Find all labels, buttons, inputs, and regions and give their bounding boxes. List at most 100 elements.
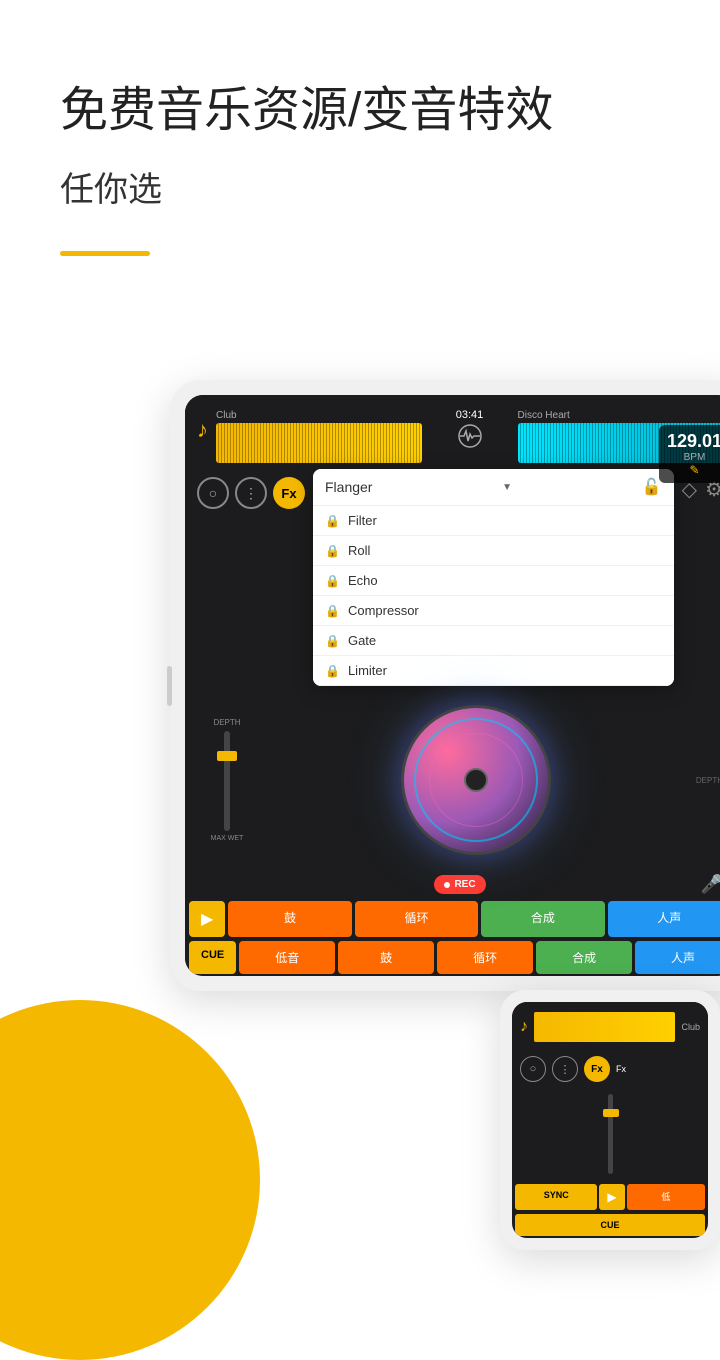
- pad-bass[interactable]: 低音: [239, 941, 335, 974]
- circle-icon: ○: [209, 485, 217, 501]
- sub-title: 任你选: [60, 162, 660, 211]
- play-icon-sm: ▶: [607, 1190, 616, 1204]
- fx-item-echo[interactable]: 🔒 Echo: [313, 566, 674, 596]
- equalizer-btn[interactable]: ⋮: [235, 477, 267, 509]
- yellow-circle-decoration: [0, 1000, 260, 1360]
- track-name-right: Disco Heart: [518, 410, 720, 421]
- header-section: 免费音乐资源/变音特效 任你选: [0, 0, 720, 256]
- fx-item-limiter[interactable]: 🔒 Limiter: [313, 656, 674, 686]
- fx-gate-label: Gate: [348, 633, 376, 648]
- device-mockup-2: ♪ Club ○ ⋮ Fx Fx: [500, 990, 720, 1250]
- left-fader-panel: DEPTH MAX WET: [197, 718, 257, 842]
- fader-area-2: [512, 1086, 708, 1182]
- device-screen-1: ♪ Club 03:41: [185, 395, 720, 976]
- fx-item-filter[interactable]: 🔒 Filter: [313, 506, 674, 536]
- fx-item-gate[interactable]: 🔒 Gate: [313, 626, 674, 656]
- fx-roll-label: Roll: [348, 543, 370, 558]
- dropdown-arrow-icon: ▼: [502, 482, 512, 493]
- depth-label-bottom: DEPTH: [696, 776, 720, 785]
- track-name-left: Club: [216, 410, 422, 421]
- fx-compressor-label: Compressor: [348, 603, 419, 618]
- rec-label: REC: [454, 879, 475, 890]
- volume-button-left: [167, 666, 172, 706]
- track-info-center: 03:41: [430, 409, 510, 451]
- rec-button[interactable]: REC: [434, 875, 485, 894]
- fx-dropdown[interactable]: Flanger ▼ 🔓 🔒 Filter 🔒 Roll: [313, 469, 674, 686]
- play-icon: ▶: [201, 909, 213, 929]
- pad-row-1: ▶ 鼓 循环 合成 人声: [185, 899, 720, 939]
- lock-icon-gate: 🔒: [325, 634, 340, 648]
- pad-drum-2[interactable]: 鼓: [338, 941, 434, 974]
- play-btn-sm[interactable]: ▶: [599, 1184, 624, 1210]
- track-name-2: Club: [681, 1022, 700, 1032]
- pad-synth[interactable]: 合成: [481, 901, 604, 937]
- pad-synth-2[interactable]: 合成: [536, 941, 632, 974]
- lock-icon-roll: 🔒: [325, 544, 340, 558]
- depth-label-top: DEPTH: [197, 718, 257, 727]
- device-mockup-1: ♪ Club 03:41: [170, 380, 720, 991]
- dj-interface: ♪ Club 03:41: [185, 395, 720, 976]
- bpm-value: 129.01: [667, 431, 720, 452]
- max-wet-label: MAX WET: [197, 835, 257, 842]
- bpm-label: BPM: [667, 452, 720, 463]
- fx-selected-label: Flanger: [325, 479, 372, 495]
- sync-row: SYNC ▶ 低: [512, 1182, 708, 1212]
- dj-interface-2: ♪ Club ○ ⋮ Fx Fx: [512, 1002, 708, 1238]
- fx-btn-sm[interactable]: Fx: [584, 1056, 610, 1082]
- bpm-display: 129.01 BPM ✎: [659, 425, 720, 483]
- yellow-divider: [60, 251, 150, 256]
- fader-track[interactable]: [224, 731, 230, 831]
- waveform-small: [534, 1012, 675, 1042]
- track-time: 03:41: [456, 409, 484, 421]
- fader-handle-2[interactable]: [603, 1109, 619, 1117]
- fx-label: Fx: [281, 486, 296, 501]
- dj-main-area: DEPTH MAX WET: [185, 690, 720, 870]
- waveform-bar-2: ♪ Club: [512, 1002, 708, 1052]
- controls-row-2: ○ ⋮ Fx Fx: [512, 1052, 708, 1086]
- lock-icon-echo: 🔒: [325, 574, 340, 588]
- fader-track-2[interactable]: [608, 1094, 613, 1174]
- fx-list: 🔒 Filter 🔒 Roll 🔒 Echo: [313, 506, 674, 686]
- pad-drum[interactable]: 鼓: [228, 901, 351, 937]
- music-note-icon-2: ♪: [520, 1018, 528, 1036]
- pad-vocal-2[interactable]: 人声: [635, 941, 720, 974]
- device-frame-1: ♪ Club 03:41: [170, 380, 720, 991]
- lock-icon-limiter: 🔒: [325, 664, 340, 678]
- rec-dot-icon: [444, 882, 450, 888]
- turntable[interactable]: [401, 705, 551, 855]
- cue-button[interactable]: CUE: [189, 941, 236, 974]
- device-screen-2: ♪ Club ○ ⋮ Fx Fx: [512, 1002, 708, 1238]
- sync-button[interactable]: SYNC: [515, 1184, 597, 1210]
- play-button[interactable]: ▶: [189, 901, 225, 937]
- equalizer-icon: ⋮: [244, 485, 258, 502]
- heartbeat-icon: [450, 421, 490, 451]
- lock-icon-filter: 🔒: [325, 514, 340, 528]
- fx-dropdown-header[interactable]: Flanger ▼ 🔓: [313, 469, 674, 506]
- waveform-left: [216, 423, 422, 463]
- pad-loop-2[interactable]: 循环: [437, 941, 533, 974]
- fader-handle[interactable]: [217, 751, 237, 761]
- microphone-icon[interactable]: 🎤: [701, 874, 720, 895]
- fx-button[interactable]: Fx: [273, 477, 305, 509]
- turntable-area: [267, 705, 686, 855]
- waveform-bar: ♪ Club 03:41: [185, 395, 720, 465]
- fx-limiter-label: Limiter: [348, 663, 387, 678]
- fx-echo-label: Echo: [348, 573, 378, 588]
- lock-icon-compressor: 🔒: [325, 604, 340, 618]
- eq-ctrl-sm[interactable]: ⋮: [552, 1056, 578, 1082]
- main-title: 免费音乐资源/变音特效: [60, 80, 660, 142]
- fx-item-compressor[interactable]: 🔒 Compressor: [313, 596, 674, 626]
- lock-icon: 🔓: [642, 477, 662, 497]
- fx-text-sm: Fx: [616, 1064, 626, 1074]
- music-note-icon: ♪: [197, 417, 208, 443]
- device-frame-2: ♪ Club ○ ⋮ Fx Fx: [500, 990, 720, 1250]
- pad-row-2: CUE 低音 鼓 循环 合成 人声: [185, 939, 720, 976]
- fx-item-roll[interactable]: 🔒 Roll: [313, 536, 674, 566]
- circle-control-btn[interactable]: ○: [197, 477, 229, 509]
- pad-loop[interactable]: 循环: [355, 901, 478, 937]
- fx-filter-label: Filter: [348, 513, 377, 528]
- pad-vocal[interactable]: 人声: [608, 901, 720, 937]
- pad-bass-sm[interactable]: 低: [627, 1184, 705, 1210]
- circle-ctrl-sm[interactable]: ○: [520, 1056, 546, 1082]
- cue-button-sm[interactable]: CUE: [515, 1214, 705, 1236]
